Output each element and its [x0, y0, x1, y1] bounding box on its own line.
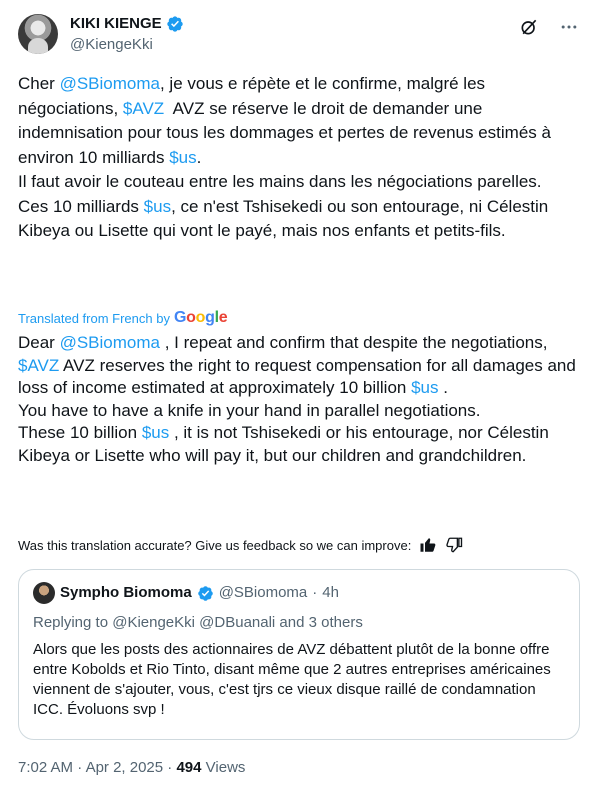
quoted-tweet-header: Sympho Biomoma @SBiomoma · 4h [33, 582, 565, 604]
replying-prefix: Replying to [33, 614, 113, 631]
cashtag-link[interactable]: $AVZ [123, 99, 164, 118]
mention-link[interactable]: @SBiomoma [60, 333, 160, 352]
author-names: KIKI KIENGE @KiengeKki [70, 14, 184, 55]
separator-dot: · [163, 759, 177, 776]
translation-paragraph-3: These 10 billion $us , it is not Tshisek… [18, 422, 580, 467]
tweet-time[interactable]: 7:02 AM [18, 759, 73, 776]
cashtag-link[interactable]: $us [411, 378, 438, 397]
tweet-translation-text: Dear @SBiomoma , I repeat and confirm th… [18, 332, 580, 467]
translation-attribution[interactable]: Translated from French by Google [18, 309, 228, 327]
cashtag-link[interactable]: $AVZ [18, 356, 59, 375]
mention-link[interactable]: @SBiomoma [60, 74, 160, 93]
text-segment: These 10 billion [18, 423, 142, 442]
replying-suffix[interactable]: and 3 others [275, 614, 362, 631]
original-paragraph-1: Cher @SBiomoma, je vous e répète et le c… [18, 72, 578, 170]
google-logo: Google [173, 309, 228, 326]
translation-paragraph-2: You have to have a knife in your hand in… [18, 400, 481, 420]
verified-badge-icon [167, 16, 183, 32]
text-segment: . [438, 378, 448, 397]
translation-paragraph-1: Dear @SBiomoma , I repeat and confirm th… [18, 332, 580, 400]
text-segment: Cher [18, 74, 60, 93]
header-actions [518, 16, 580, 38]
quoted-tweet[interactable]: Sympho Biomoma @SBiomoma · 4h Replying t… [18, 569, 580, 740]
quoted-tweet-text: Alors que les posts des actionnaires de … [33, 641, 551, 718]
quoted-author-display-name[interactable]: Sympho Biomoma [60, 583, 192, 603]
views-label: Views [201, 759, 246, 776]
separator-dot: · [73, 759, 86, 776]
quoted-author-handle[interactable]: @SBiomoma [219, 583, 308, 603]
thumbs-up-icon[interactable] [419, 536, 437, 554]
original-paragraph-2: Il faut avoir le couteau entre les mains… [18, 172, 542, 191]
quoted-author-avatar[interactable] [33, 582, 55, 604]
author-display-name[interactable]: KIKI KIENGE [70, 14, 162, 34]
views-count[interactable]: 494 [176, 759, 201, 776]
text-segment: Ces 10 milliards [18, 196, 144, 216]
thumbs-down-icon[interactable] [445, 536, 463, 554]
text-segment: AVZ reserves the right to request compen… [18, 355, 576, 398]
translation-feedback: Was this translation accurate? Give us f… [18, 536, 463, 554]
text-segment: . [196, 147, 202, 167]
cashtag-link[interactable]: $us [142, 423, 169, 442]
feedback-text: Was this translation accurate? Give us f… [18, 537, 412, 553]
more-options-icon[interactable] [558, 16, 580, 38]
translation-label: Translated from French by [18, 310, 170, 326]
replying-mentions[interactable]: @KiengeKki @DBuanali [112, 614, 275, 631]
quoted-tweet-time[interactable]: 4h [322, 583, 339, 603]
grok-icon[interactable] [518, 16, 540, 38]
cashtag-link[interactable]: $us [144, 197, 171, 216]
text-segment: , I repeat and confirm that despite the … [159, 333, 548, 352]
author-avatar[interactable] [18, 14, 58, 54]
separator-dot: · [312, 584, 318, 601]
original-paragraph-3: Ces 10 milliards $us, ce n'est Tshiseked… [18, 195, 578, 244]
replying-to: Replying to @KiengeKki @DBuanali and 3 o… [33, 613, 565, 633]
text-segment: Dear [18, 333, 60, 352]
author-display-name-row[interactable]: KIKI KIENGE [70, 14, 184, 34]
tweet-original-text: Cher @SBiomoma, je vous e répète et le c… [18, 72, 578, 244]
tweet-meta: 7:02 AM · Apr 2, 2025 · 494 Views [18, 759, 245, 776]
tweet-date[interactable]: Apr 2, 2025 [86, 759, 164, 776]
verified-badge-icon [197, 585, 213, 601]
tweet-header: KIKI KIENGE @KiengeKki [18, 14, 580, 62]
cashtag-link[interactable]: $us [169, 148, 196, 167]
author-handle[interactable]: @KiengeKki [70, 35, 184, 55]
